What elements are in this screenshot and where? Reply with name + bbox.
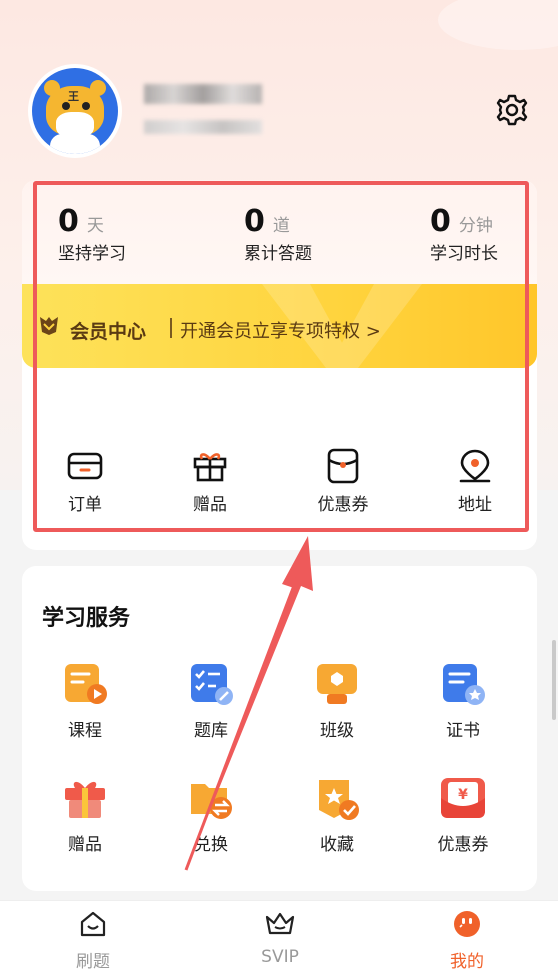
service-gift[interactable]: 赠品 — [35, 774, 135, 855]
annotation-highlight-box — [33, 181, 529, 532]
practice-icon — [80, 911, 106, 937]
question-bank-icon — [187, 660, 235, 708]
service-label: 优惠券 — [437, 835, 489, 855]
service-label: 证书 — [446, 721, 480, 741]
course-icon — [61, 660, 109, 708]
gift-icon — [61, 774, 109, 822]
service-certificate[interactable]: 证书 — [413, 660, 513, 741]
service-question-bank[interactable]: 题库 — [161, 660, 261, 741]
user-id-obscured — [144, 120, 262, 134]
coupon-icon: ¥ — [439, 774, 487, 822]
service-class[interactable]: 班级 — [287, 660, 387, 741]
service-coupon[interactable]: ¥ 优惠券 — [413, 774, 513, 855]
service-label: 收藏 — [320, 835, 354, 855]
service-label: 班级 — [320, 721, 354, 741]
nav-svip[interactable]: SVIP — [230, 909, 330, 967]
crown-icon — [265, 912, 295, 935]
tiger-avatar-icon: 王 — [32, 68, 118, 154]
nav-label: 我的 — [450, 952, 484, 972]
certificate-icon — [439, 660, 487, 708]
username-obscured — [144, 84, 262, 104]
nav-practice[interactable]: 刷题 — [43, 909, 143, 972]
svg-text:¥: ¥ — [458, 787, 468, 803]
nav-mine[interactable]: 我的 — [417, 909, 517, 972]
exchange-icon — [187, 774, 235, 822]
gear-icon[interactable] — [494, 92, 530, 128]
bottom-navigation: 刷题 SVIP 我的 — [0, 900, 558, 974]
service-label: 赠品 — [68, 835, 102, 855]
service-exchange[interactable]: 兑换 — [161, 774, 261, 855]
class-icon — [313, 660, 361, 708]
service-label: 兑换 — [194, 835, 228, 855]
service-course[interactable]: 课程 — [35, 660, 135, 741]
mine-icon — [454, 911, 480, 937]
nav-label: SVIP — [261, 947, 299, 967]
services-title: 学习服务 — [42, 606, 131, 631]
favorite-icon — [313, 774, 361, 822]
service-label: 题库 — [194, 721, 228, 741]
avatar[interactable]: 王 — [28, 64, 122, 158]
service-label: 课程 — [68, 721, 102, 741]
scrollbar[interactable] — [552, 640, 556, 720]
nav-label: 刷题 — [76, 952, 110, 972]
service-favorite[interactable]: 收藏 — [287, 774, 387, 855]
learning-services-card: 学习服务 课程 题库 班级 证书 赠品 兑换 收藏 ¥ 优惠券 — [22, 566, 537, 891]
